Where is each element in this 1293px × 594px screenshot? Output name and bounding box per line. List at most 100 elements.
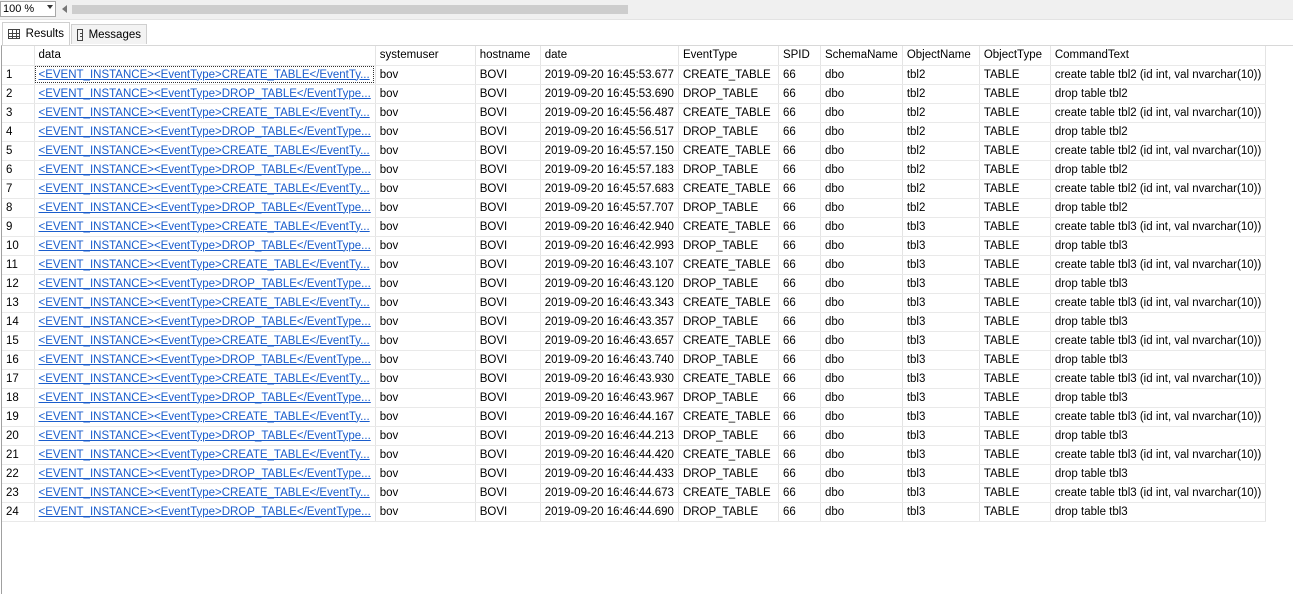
table-row[interactable]: 1 <EVENT_INSTANCE><EventType>CREATE_TABLE… xyxy=(2,65,1267,85)
table-row[interactable]: 20 <EVENT_INSTANCE><EventType>DROP_TABLE<… xyxy=(2,426,1267,446)
event-type-cell: DROP_TABLE xyxy=(678,312,779,332)
table-row[interactable]: 6 <EVENT_INSTANCE><EventType>DROP_TABLE</… xyxy=(2,160,1267,180)
table-row[interactable]: 15 <EVENT_INSTANCE><EventType>CREATE_TABL… xyxy=(2,331,1267,351)
table-row[interactable]: 11 <EVENT_INSTANCE><EventType>CREATE_TABL… xyxy=(2,255,1267,275)
column-header[interactable]: ObjectName xyxy=(902,46,980,66)
data-link-cell[interactable]: <EVENT_INSTANCE><EventType>DROP_TABLE</E… xyxy=(34,502,376,522)
table-row[interactable]: 18 <EVENT_INSTANCE><EventType>DROP_TABLE<… xyxy=(2,388,1267,408)
data-link-cell[interactable]: <EVENT_INSTANCE><EventType>DROP_TABLE</E… xyxy=(34,236,376,256)
data-link-cell[interactable]: <EVENT_INSTANCE><EventType>DROP_TABLE</E… xyxy=(34,198,376,218)
data-link-cell[interactable]: <EVENT_INSTANCE><EventType>DROP_TABLE</E… xyxy=(34,464,376,484)
object-type-cell: TABLE xyxy=(979,388,1051,408)
event-type-cell: CREATE_TABLE xyxy=(678,331,779,351)
table-row[interactable]: 21 <EVENT_INSTANCE><EventType>CREATE_TABL… xyxy=(2,445,1267,465)
chevron-down-icon[interactable] xyxy=(47,5,53,9)
data-link-cell[interactable]: <EVENT_INSTANCE><EventType>CREATE_TABLE<… xyxy=(34,407,376,427)
date-cell: 2019-09-20 16:45:57.183 xyxy=(540,160,679,180)
table-row[interactable]: 24 <EVENT_INSTANCE><EventType>DROP_TABLE<… xyxy=(2,502,1267,522)
data-link-cell[interactable]: <EVENT_INSTANCE><EventType>DROP_TABLE</E… xyxy=(34,426,376,446)
row-number: 3 xyxy=(2,103,35,123)
systemuser-cell: bov xyxy=(375,369,476,389)
table-row[interactable]: 9 <EVENT_INSTANCE><EventType>CREATE_TABLE… xyxy=(2,217,1267,237)
systemuser-cell: bov xyxy=(375,350,476,370)
data-link-cell[interactable]: <EVENT_INSTANCE><EventType>CREATE_TABLE<… xyxy=(34,255,376,275)
data-link-cell[interactable]: <EVENT_INSTANCE><EventType>CREATE_TABLE<… xyxy=(34,141,376,161)
data-link-cell[interactable]: <EVENT_INSTANCE><EventType>CREATE_TABLE<… xyxy=(34,445,376,465)
table-row[interactable]: 3 <EVENT_INSTANCE><EventType>CREATE_TABLE… xyxy=(2,103,1267,123)
command-text-cell: drop table tbl3 xyxy=(1050,388,1267,408)
table-row[interactable]: 19 <EVENT_INSTANCE><EventType>CREATE_TABL… xyxy=(2,407,1267,427)
table-row[interactable]: 23 <EVENT_INSTANCE><EventType>CREATE_TABL… xyxy=(2,483,1267,503)
object-type-cell: TABLE xyxy=(979,274,1051,294)
table-row[interactable]: 17 <EVENT_INSTANCE><EventType>CREATE_TABL… xyxy=(2,369,1267,389)
row-number: 7 xyxy=(2,179,35,199)
schema-name-cell: dbo xyxy=(820,407,903,427)
object-name-cell: tbl2 xyxy=(902,198,980,218)
data-link-cell[interactable]: <EVENT_INSTANCE><EventType>DROP_TABLE</E… xyxy=(34,84,376,104)
horizontal-scrollbar-thumb[interactable] xyxy=(72,5,628,14)
column-header[interactable]: hostname xyxy=(475,46,541,66)
table-row[interactable]: 13 <EVENT_INSTANCE><EventType>CREATE_TABL… xyxy=(2,293,1267,313)
event-type-cell: CREATE_TABLE xyxy=(678,217,779,237)
data-link-cell[interactable]: <EVENT_INSTANCE><EventType>DROP_TABLE</E… xyxy=(34,160,376,180)
column-header[interactable]: date xyxy=(540,46,679,66)
data-link-cell[interactable]: <EVENT_INSTANCE><EventType>CREATE_TABLE<… xyxy=(34,369,376,389)
table-row[interactable]: 22 <EVENT_INSTANCE><EventType>DROP_TABLE<… xyxy=(2,464,1267,484)
hostname-cell: BOVI xyxy=(475,483,541,503)
row-number-header[interactable] xyxy=(2,46,35,66)
date-cell: 2019-09-20 16:46:42.993 xyxy=(540,236,679,256)
object-type-cell: TABLE xyxy=(979,331,1051,351)
data-link-cell[interactable]: <EVENT_INSTANCE><EventType>CREATE_TABLE<… xyxy=(34,179,376,199)
data-link-cell[interactable]: <EVENT_INSTANCE><EventType>DROP_TABLE</E… xyxy=(34,388,376,408)
data-link-cell[interactable]: <EVENT_INSTANCE><EventType>DROP_TABLE</E… xyxy=(34,312,376,332)
column-header[interactable]: CommandText xyxy=(1050,46,1267,66)
date-cell: 2019-09-20 16:46:44.690 xyxy=(540,502,679,522)
table-row[interactable]: 2 <EVENT_INSTANCE><EventType>DROP_TABLE</… xyxy=(2,84,1267,104)
object-name-cell: tbl3 xyxy=(902,255,980,275)
column-header[interactable]: SPID xyxy=(778,46,821,66)
messages-icon xyxy=(77,28,83,41)
data-link-cell[interactable]: <EVENT_INSTANCE><EventType>DROP_TABLE</E… xyxy=(34,350,376,370)
table-row[interactable]: 4 <EVENT_INSTANCE><EventType>DROP_TABLE</… xyxy=(2,122,1267,142)
date-cell: 2019-09-20 16:46:44.673 xyxy=(540,483,679,503)
column-header[interactable]: EventType xyxy=(678,46,779,66)
column-header[interactable]: ObjectType xyxy=(979,46,1051,66)
table-row[interactable]: 5 <EVENT_INSTANCE><EventType>CREATE_TABLE… xyxy=(2,141,1267,161)
tab-results[interactable]: Results xyxy=(2,22,70,45)
table-row[interactable]: 8 <EVENT_INSTANCE><EventType>DROP_TABLE</… xyxy=(2,198,1267,218)
zoom-select[interactable]: 100 % xyxy=(0,1,56,17)
data-link-cell[interactable]: <EVENT_INSTANCE><EventType>CREATE_TABLE<… xyxy=(34,331,376,351)
data-link-cell[interactable]: <EVENT_INSTANCE><EventType>CREATE_TABLE<… xyxy=(34,217,376,237)
object-type-cell: TABLE xyxy=(979,236,1051,256)
column-header[interactable]: systemuser xyxy=(375,46,476,66)
table-row[interactable]: 16 <EVENT_INSTANCE><EventType>DROP_TABLE<… xyxy=(2,350,1267,370)
spid-cell: 66 xyxy=(778,255,821,275)
schema-name-cell: dbo xyxy=(820,388,903,408)
data-link-cell[interactable]: <EVENT_INSTANCE><EventType>CREATE_TABLE<… xyxy=(34,483,376,503)
date-cell: 2019-09-20 16:46:43.343 xyxy=(540,293,679,313)
data-link-cell[interactable]: <EVENT_INSTANCE><EventType>DROP_TABLE</E… xyxy=(34,122,376,142)
object-name-cell: tbl3 xyxy=(902,388,980,408)
systemuser-cell: bov xyxy=(375,160,476,180)
column-header[interactable]: SchemaName xyxy=(820,46,903,66)
tab-messages[interactable]: Messages xyxy=(71,24,147,44)
row-number: 2 xyxy=(2,84,35,104)
column-header[interactable]: data xyxy=(34,46,376,66)
object-type-cell: TABLE xyxy=(979,426,1051,446)
event-type-cell: DROP_TABLE xyxy=(678,274,779,294)
data-link-cell[interactable]: <EVENT_INSTANCE><EventType>DROP_TABLE</E… xyxy=(34,274,376,294)
schema-name-cell: dbo xyxy=(820,236,903,256)
hostname-cell: BOVI xyxy=(475,331,541,351)
event-type-cell: CREATE_TABLE xyxy=(678,293,779,313)
object-type-cell: TABLE xyxy=(979,502,1051,522)
results-grid[interactable]: data systemuser hostname date EventType … xyxy=(1,45,1293,594)
table-row[interactable]: 14 <EVENT_INSTANCE><EventType>DROP_TABLE<… xyxy=(2,312,1267,332)
scroll-left-arrow-icon[interactable] xyxy=(62,5,67,13)
data-link-cell[interactable]: <EVENT_INSTANCE><EventType>CREATE_TABLE<… xyxy=(34,103,376,123)
table-row[interactable]: 7 <EVENT_INSTANCE><EventType>CREATE_TABLE… xyxy=(2,179,1267,199)
table-row[interactable]: 12 <EVENT_INSTANCE><EventType>DROP_TABLE<… xyxy=(2,274,1267,294)
table-row[interactable]: 10 <EVENT_INSTANCE><EventType>DROP_TABLE<… xyxy=(2,236,1267,256)
data-link-cell[interactable]: <EVENT_INSTANCE><EventType>CREATE_TABLE<… xyxy=(34,293,376,313)
zoom-value: 100 % xyxy=(3,3,35,15)
data-link-cell[interactable]: <EVENT_INSTANCE><EventType>CREATE_TABLE<… xyxy=(34,65,376,85)
